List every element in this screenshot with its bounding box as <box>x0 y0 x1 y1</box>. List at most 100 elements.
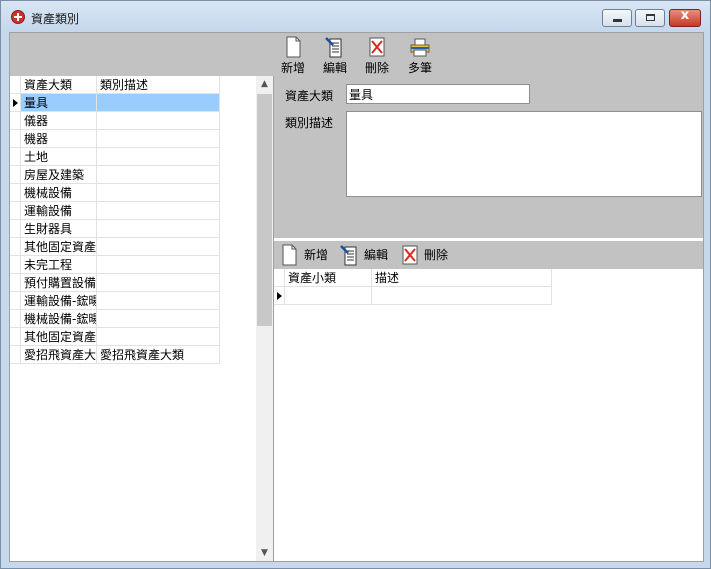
row-indicator-cell[interactable] <box>10 256 21 274</box>
description-cell[interactable] <box>97 166 220 184</box>
table-row[interactable]: 量具 <box>10 94 220 112</box>
row-indicator-cell[interactable] <box>10 292 21 310</box>
column-header-description[interactable]: 類別描述 <box>97 76 220 94</box>
table-row[interactable]: 機器 <box>10 130 220 148</box>
table-row[interactable]: 機械設備-鋐暘 <box>10 310 220 328</box>
table-row[interactable]: 預付購置設備 <box>10 274 220 292</box>
scroll-up-arrow-icon[interactable]: ▲ <box>256 76 273 93</box>
description-label: 類別描述 <box>285 116 334 130</box>
row-indicator-cell[interactable] <box>274 287 285 305</box>
category-cell[interactable]: 生財器具 <box>21 220 97 238</box>
delete-document-icon <box>402 245 418 265</box>
description-cell[interactable] <box>97 292 220 310</box>
category-cell[interactable]: 愛招飛資產大 <box>21 346 97 364</box>
description-cell[interactable] <box>97 220 220 238</box>
column-header-category[interactable]: 資產大類 <box>21 76 97 94</box>
table-row[interactable]: 未完工程 <box>10 256 220 274</box>
scroll-thumb[interactable] <box>257 94 272 326</box>
category-cell[interactable]: 機器 <box>21 130 97 148</box>
category-input[interactable] <box>346 84 530 104</box>
category-cell[interactable]: 量具 <box>21 94 97 112</box>
description-cell[interactable] <box>97 328 220 346</box>
table-row[interactable]: 房屋及建築 <box>10 166 220 184</box>
new-document-icon <box>282 244 297 266</box>
detail-panel: 資產大類 類別描述 新增 <box>273 76 703 561</box>
description-textarea[interactable] <box>346 111 702 197</box>
table-row[interactable]: 儀器 <box>10 112 220 130</box>
category-cell[interactable]: 運輸設備 <box>21 202 97 220</box>
description-cell[interactable] <box>97 202 220 220</box>
category-label: 資產大類 <box>285 89 334 103</box>
row-indicator-cell[interactable] <box>10 148 21 166</box>
table-row[interactable]: 生財器具 <box>10 220 220 238</box>
table-row[interactable]: 土地 <box>10 148 220 166</box>
maximize-button[interactable] <box>635 9 665 27</box>
category-grid: 資產大類 類別描述 量具 儀器 機器 土地 房屋及建築 機械設備 運輸設備 生財器具 其他固定資… <box>10 76 256 561</box>
row-indicator-cell[interactable] <box>10 238 21 256</box>
description-cell[interactable] <box>97 256 220 274</box>
description-cell[interactable] <box>97 238 220 256</box>
sub-add-label: 新增 <box>304 248 329 262</box>
app-logo-icon <box>11 10 25 24</box>
category-cell[interactable]: 土地 <box>21 148 97 166</box>
table-row[interactable]: 其他固定資產 <box>10 238 220 256</box>
close-button[interactable]: x <box>669 8 701 27</box>
row-indicator-cell[interactable] <box>10 220 21 238</box>
row-indicator-cell[interactable] <box>10 310 21 328</box>
table-row[interactable]: 其他固定資產 <box>10 328 220 346</box>
description-cell[interactable] <box>97 130 220 148</box>
row-indicator-cell[interactable] <box>10 184 21 202</box>
category-cell[interactable]: 其他固定資產 <box>21 238 97 256</box>
multi-button-label: 多筆 <box>407 61 432 75</box>
description-cell[interactable]: 愛招飛資產大類 <box>97 346 220 364</box>
edit-button-label: 編輯 <box>322 61 347 75</box>
description-cell[interactable] <box>97 94 220 112</box>
category-cell[interactable]: 機械設備-鋐暘 <box>21 310 97 328</box>
sub-toolbar: 新增 編輯 刪除 <box>274 241 703 269</box>
category-cell[interactable]: 運輸設備-鋐暘 <box>21 292 97 310</box>
window-title: 資產類別 <box>31 12 80 26</box>
table-row[interactable]: 運輸設備 <box>10 202 220 220</box>
category-form: 資產大類 類別描述 <box>274 76 703 238</box>
category-cell[interactable]: 未完工程 <box>21 256 97 274</box>
category-cell[interactable]: 預付購置設備 <box>21 274 97 292</box>
subcategory-grid: 資產小類 描述 <box>274 269 703 561</box>
row-indicator-cell[interactable] <box>10 346 21 364</box>
edit-button[interactable]: 編輯 <box>315 35 355 75</box>
table-row[interactable]: 機械設備 <box>10 184 220 202</box>
scroll-down-arrow-icon[interactable]: ▼ <box>256 545 273 561</box>
description-cell[interactable] <box>97 148 220 166</box>
delete-button[interactable]: 刪除 <box>357 35 397 75</box>
sub-description-cell[interactable] <box>372 287 552 305</box>
subcategory-grid-header: 資產小類 描述 <box>274 269 552 287</box>
table-row[interactable]: 愛招飛資產大 愛招飛資產大類 <box>10 346 220 364</box>
category-cell[interactable]: 儀器 <box>21 112 97 130</box>
new-document-icon <box>286 36 301 58</box>
minimize-button[interactable] <box>602 9 632 27</box>
subcategory-cell[interactable] <box>285 287 372 305</box>
category-cell[interactable]: 機械設備 <box>21 184 97 202</box>
column-header-sub-description[interactable]: 描述 <box>372 269 552 287</box>
category-cell[interactable]: 房屋及建築 <box>21 166 97 184</box>
table-row[interactable]: 運輸設備-鋐暘 <box>10 292 220 310</box>
row-indicator-cell[interactable] <box>10 112 21 130</box>
description-cell[interactable] <box>97 274 220 292</box>
row-indicator-cell[interactable] <box>10 202 21 220</box>
column-header-subcategory[interactable]: 資產小類 <box>285 269 372 287</box>
row-indicator-cell[interactable] <box>10 274 21 292</box>
table-row[interactable] <box>274 287 552 305</box>
description-cell[interactable] <box>97 184 220 202</box>
description-cell[interactable] <box>97 310 220 328</box>
add-button[interactable]: 新增 <box>273 35 313 75</box>
sub-edit-label: 編輯 <box>364 248 389 262</box>
category-cell[interactable]: 其他固定資產 <box>21 328 97 346</box>
row-indicator-cell[interactable] <box>10 166 21 184</box>
row-indicator-cell[interactable] <box>10 328 21 346</box>
category-scrollbar[interactable]: ▲ ▼ <box>256 76 273 561</box>
multi-button[interactable]: 多筆 <box>400 35 440 75</box>
maximize-icon <box>646 14 655 21</box>
title-bar[interactable]: 資產類別 x <box>1 1 710 31</box>
description-cell[interactable] <box>97 112 220 130</box>
row-indicator-cell[interactable] <box>10 130 21 148</box>
row-indicator-cell[interactable] <box>10 94 21 112</box>
